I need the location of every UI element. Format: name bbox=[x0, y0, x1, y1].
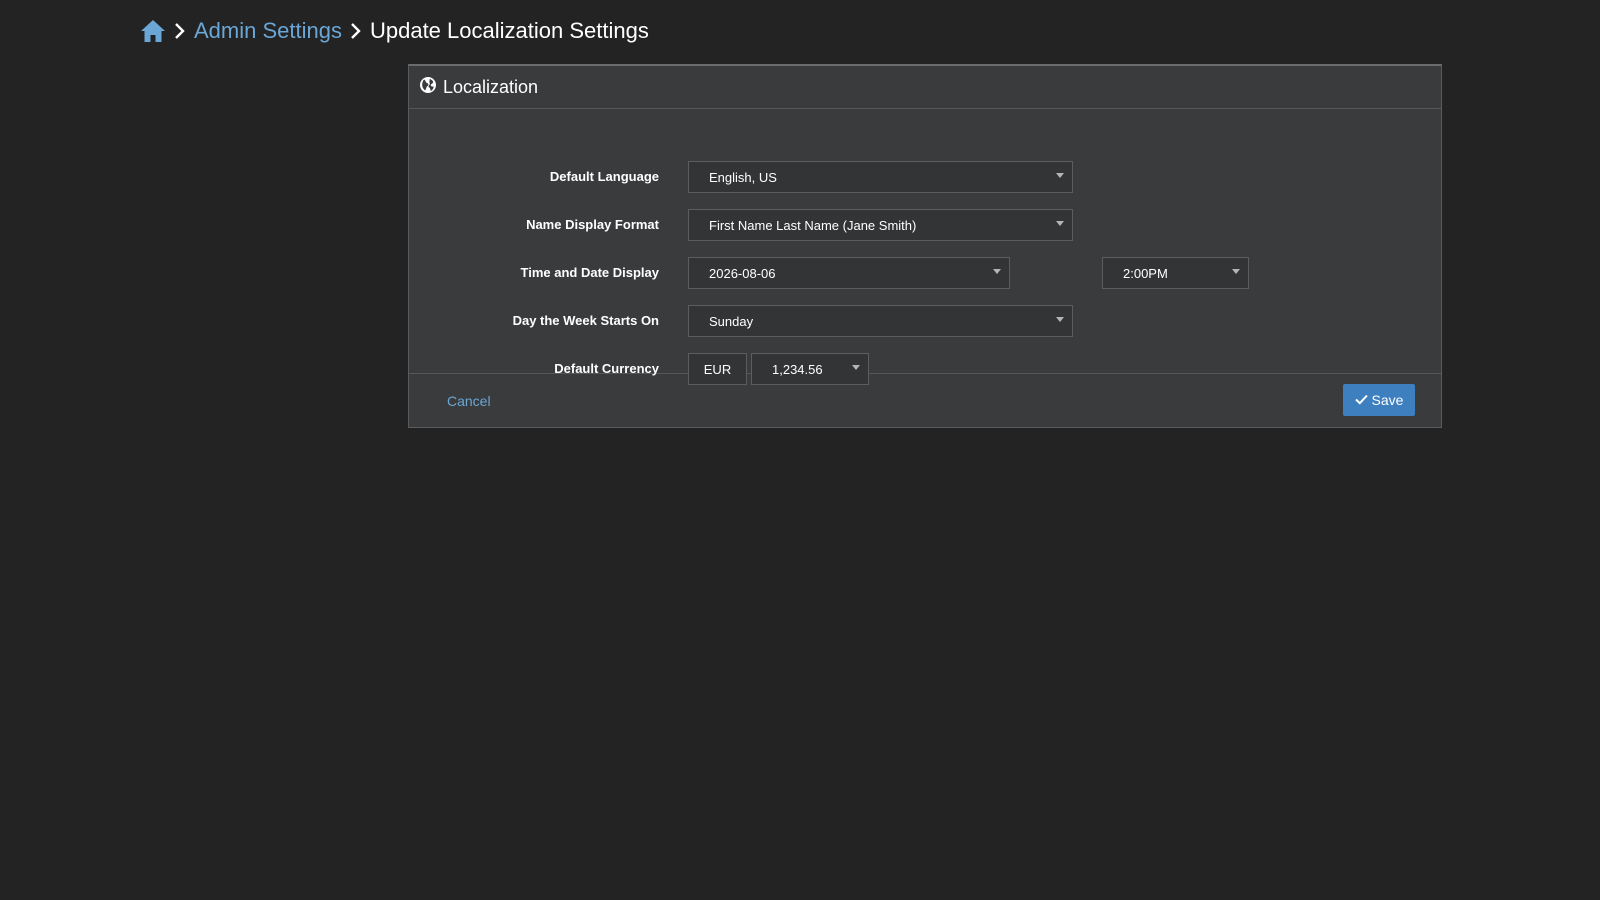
save-label: Save bbox=[1371, 392, 1404, 408]
date-format-select[interactable]: 2026-08-06 bbox=[688, 257, 1010, 289]
breadcrumb: Admin Settings Update Localization Setti… bbox=[140, 14, 649, 48]
name-display-format-label: Name Display Format bbox=[526, 217, 659, 232]
week-start-select[interactable]: Sunday bbox=[688, 305, 1073, 337]
home-icon[interactable] bbox=[140, 19, 166, 43]
panel-header: Localization bbox=[409, 66, 1441, 109]
chevron-down-icon bbox=[1232, 269, 1240, 274]
page-title: Update Localization Settings bbox=[369, 18, 649, 43]
localization-form: Default Language English, US Name Displa… bbox=[409, 109, 1441, 385]
name-display-format-value: First Name Last Name (Jane Smith) bbox=[709, 217, 917, 233]
check-icon bbox=[1354, 392, 1368, 408]
chevron-right-icon bbox=[350, 22, 362, 40]
time-format-value: 2:00PM bbox=[1123, 265, 1168, 281]
week-start-value: Sunday bbox=[709, 313, 754, 329]
time-format-select[interactable]: 2:00PM bbox=[1102, 257, 1249, 289]
save-button[interactable]: Save bbox=[1343, 384, 1415, 416]
panel-footer: Cancel Save bbox=[409, 374, 1441, 428]
chevron-down-icon bbox=[993, 269, 1001, 274]
default-language-label: Default Language bbox=[549, 169, 659, 184]
localization-panel: Localization Default Language English, U… bbox=[408, 64, 1442, 428]
chevron-right-icon bbox=[174, 22, 186, 40]
chevron-down-icon bbox=[1056, 317, 1064, 322]
globe-icon bbox=[419, 76, 437, 99]
chevron-down-icon bbox=[852, 365, 860, 370]
cancel-button[interactable]: Cancel bbox=[447, 393, 491, 409]
date-format-value: 2026-08-06 bbox=[709, 265, 776, 281]
week-start-label: Day the Week Starts On bbox=[512, 313, 659, 328]
name-display-format-select[interactable]: First Name Last Name (Jane Smith) bbox=[688, 209, 1073, 241]
default-language-value: English, US bbox=[709, 169, 777, 185]
default-language-select[interactable]: English, US bbox=[688, 161, 1073, 193]
chevron-down-icon bbox=[1056, 221, 1064, 226]
time-date-display-label: Time and Date Display bbox=[520, 265, 659, 280]
breadcrumb-admin-settings[interactable]: Admin Settings bbox=[194, 18, 342, 44]
panel-title: Localization bbox=[443, 76, 539, 97]
chevron-down-icon bbox=[1056, 173, 1064, 178]
